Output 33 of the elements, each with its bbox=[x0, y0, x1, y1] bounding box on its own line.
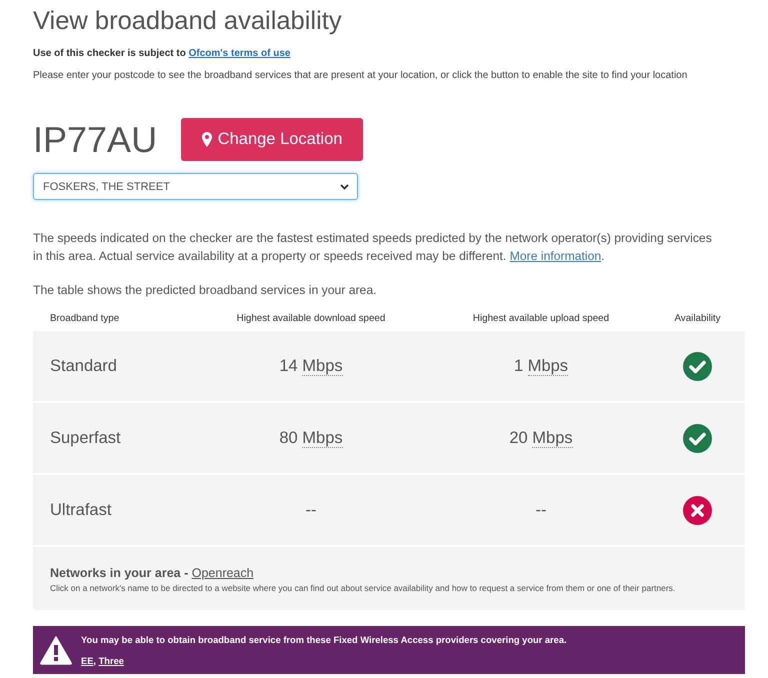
download-speed-cell: 80 Mbps bbox=[279, 428, 343, 448]
change-location-button[interactable]: Change Location bbox=[181, 118, 364, 161]
table-intro-text: The table shows the predicted broadband services in your area. bbox=[33, 282, 378, 299]
map-pin-icon bbox=[202, 132, 212, 147]
column-header: Highest available upload speed bbox=[472, 312, 610, 324]
terms-notice: Use of this checker is subject to Ofcom's terms of use bbox=[33, 47, 292, 61]
upload-speed-cell: -- bbox=[536, 500, 546, 520]
terms-link[interactable]: Ofcom's terms of use bbox=[188, 48, 290, 59]
download-speed-cell: 14 Mbps bbox=[279, 356, 343, 376]
provider-link[interactable]: EE bbox=[81, 656, 94, 666]
broadband-type-cell-text: Ultrafast bbox=[49, 500, 112, 520]
download-speed-cell: -- bbox=[306, 500, 316, 520]
instruction-text: Please enter your postcode to see the broadband services that are present at your location, or click the button to enable the site to find your location bbox=[33, 69, 688, 83]
network-link[interactable]: Openreach bbox=[192, 566, 254, 580]
column-header: Availability bbox=[673, 312, 722, 324]
address-select[interactable]: FOSKERS, THE STREET bbox=[33, 173, 358, 200]
page-title: View broadband availability bbox=[33, 6, 343, 37]
provider-links: EE, Three bbox=[81, 654, 125, 666]
broadband-type-cell-text: Standard bbox=[49, 356, 117, 376]
banner-message: You may be able to obtain broadband service from these Fixed Wireless Access providers covering your area. bbox=[81, 634, 567, 646]
provider-link[interactable]: Three bbox=[98, 656, 124, 666]
networks-note: Click on a network's name to be directed to a website where you can find out about service availability and how to request a service from them or one of their partners. bbox=[50, 583, 676, 594]
postcode-heading: IP77AU bbox=[33, 118, 158, 161]
warning-icon bbox=[40, 636, 72, 664]
chevron-down-icon bbox=[340, 184, 349, 190]
more-information-link[interactable]: More information bbox=[510, 249, 602, 263]
networks-heading: Networks in your area - Openreach bbox=[50, 565, 255, 581]
column-header: Broadband type bbox=[49, 312, 120, 324]
column-header: Highest available download speed bbox=[236, 312, 386, 324]
disclaimer-text: The speeds indicated on the checker are the fastest estimated speeds predicted by the network operator(s) providing services in this area. Actual service availability at a property or speeds received may be different. More information. bbox=[33, 230, 713, 265]
upload-speed-cell: 1 Mbps bbox=[514, 356, 568, 376]
broadband-type-cell-text: Superfast bbox=[49, 428, 121, 448]
upload-speed-cell: 20 Mbps bbox=[509, 428, 573, 448]
